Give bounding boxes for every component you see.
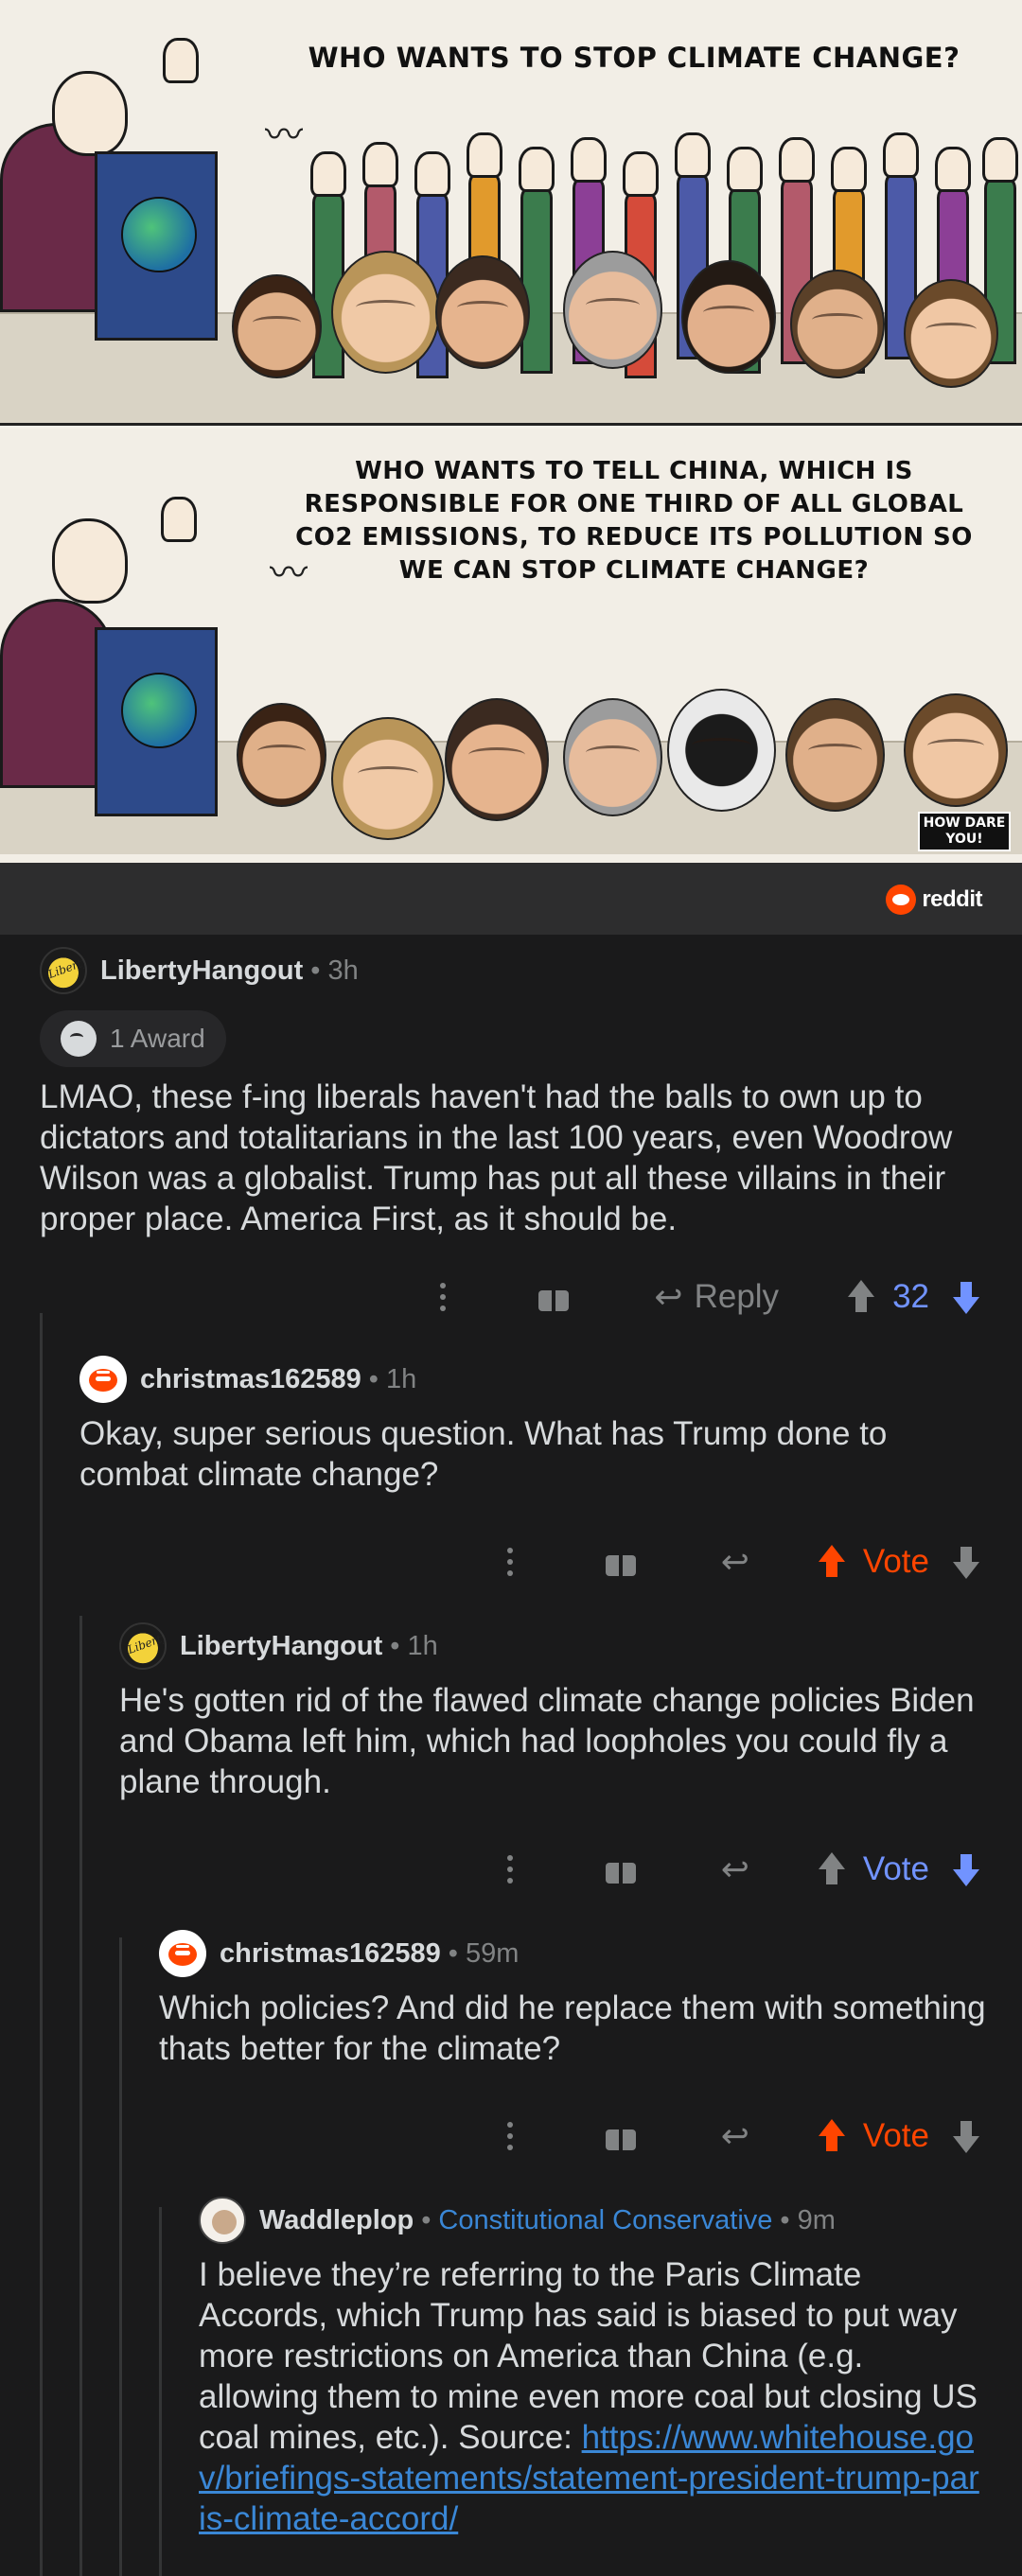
comment-timestamp: 1h: [385, 1363, 417, 1394]
crowd-face: [237, 703, 326, 807]
reddit-logo: reddit: [886, 885, 982, 915]
meme-panel-bottom: WHO WANTS TO TELL CHINA, WHICH IS RESPON…: [0, 429, 1022, 863]
comment: christmas162589 • 1h Okay, super serious…: [79, 1355, 988, 1495]
crowd-face: [904, 693, 1008, 807]
comment-actions: ↩ Reply 32: [438, 1273, 982, 1321]
reply-icon: ↩: [654, 1277, 683, 1316]
gift-award-icon[interactable]: [538, 1283, 570, 1311]
comment-meta: Liberty LibertyHangout • 3h: [40, 946, 986, 995]
crowd-face: [232, 274, 322, 378]
thread-line[interactable]: [40, 1313, 43, 2576]
comment: Liberty LibertyHangout • 3h 1 Award LMAO…: [40, 946, 986, 1239]
crowd-face: [681, 260, 776, 374]
crowd-face: [435, 255, 530, 369]
crowd-face: [563, 251, 662, 369]
more-options-icon[interactable]: [505, 1545, 515, 1579]
comment-username[interactable]: christmas162589: [140, 1364, 361, 1395]
more-options-icon[interactable]: [505, 2119, 515, 2153]
comment: Waddleplop • Constitutional Conservative…: [199, 2196, 984, 2539]
reddit-wordmark: reddit: [922, 886, 982, 912]
comment-actions: ↩ Vote: [505, 1538, 982, 1586]
avatar[interactable]: [199, 2197, 246, 2244]
comment-thread: Liberty LibertyHangout • 3h 1 Award LMAO…: [0, 935, 1022, 2576]
crowd-face: [563, 698, 662, 816]
more-options-icon[interactable]: [438, 1280, 448, 1314]
reply-button[interactable]: ↩ Reply: [654, 1277, 779, 1317]
avatar[interactable]: Liberty: [119, 1622, 167, 1670]
comment-body: He's gotten rid of the flawed climate ch…: [119, 1682, 975, 1800]
crowd-face: [331, 251, 440, 374]
crowd-face: [667, 689, 776, 812]
reply-icon[interactable]: ↩: [721, 1542, 749, 1582]
comment-username[interactable]: LibertyHangout: [100, 955, 303, 987]
avatar[interactable]: [159, 1930, 206, 1977]
comment-username[interactable]: Waddleplop: [259, 2205, 414, 2236]
crowd-face: [785, 698, 885, 812]
meme-panel-top: WHO WANTS TO STOP CLIMATE CHANGE? 〰: [0, 0, 1022, 426]
comment-meta: christmas162589 • 59m: [159, 1929, 992, 1978]
crowd-face: [331, 717, 445, 840]
how-dare-you-label: HOW DARE YOU!: [918, 812, 1011, 851]
reply-icon[interactable]: ↩: [721, 1849, 749, 1889]
reddit-watermark-bar: reddit: [0, 863, 1022, 935]
award-icon: [61, 1021, 97, 1057]
meme-image: WHO WANTS TO STOP CLIMATE CHANGE? 〰 WHO …: [0, 0, 1022, 863]
comment: Liberty LibertyHangout • 1h He's gotten …: [119, 1621, 990, 1802]
comment-body: I believe they’re referring to the Paris…: [199, 2256, 979, 2537]
comment: christmas162589 • 59m Which policies? An…: [159, 1929, 992, 2069]
vote-label: Vote: [862, 1543, 929, 1580]
upvote-arrow-icon[interactable]: [845, 1280, 877, 1314]
upvote-arrow-icon[interactable]: [816, 1852, 848, 1886]
comment-body: Which policies? And did he replace them …: [159, 1989, 986, 2067]
reddit-snoo-icon: [886, 885, 917, 915]
gift-award-icon[interactable]: [605, 1855, 636, 1884]
avatar[interactable]: [79, 1356, 127, 1403]
comment-timestamp: 1h: [407, 1630, 438, 1661]
meme-caption-top: WHO WANTS TO STOP CLIMATE CHANGE?: [308, 42, 960, 74]
vote-label: Vote: [862, 2117, 929, 2154]
downvote-arrow-icon[interactable]: [950, 2119, 982, 2153]
crowd-face: [790, 270, 885, 378]
globe-emblem: [121, 197, 197, 272]
gift-award-icon[interactable]: [605, 1548, 636, 1576]
award-badge[interactable]: 1 Award: [40, 1010, 226, 1067]
reply-icon[interactable]: ↩: [721, 2116, 749, 2156]
comment-meta: christmas162589 • 1h: [79, 1355, 988, 1404]
gift-award-icon[interactable]: [605, 2122, 636, 2150]
comment-meta: Waddleplop • Constitutional Conservative…: [199, 2196, 984, 2245]
comment-timestamp: 59m: [465, 1937, 520, 1969]
podium: [95, 151, 218, 341]
avatar[interactable]: Liberty: [40, 947, 87, 994]
downvote-arrow-icon[interactable]: [950, 1852, 982, 1886]
vote-label: Vote: [862, 1850, 929, 1887]
downvote-arrow-icon[interactable]: [950, 1545, 982, 1579]
crowd-face: [445, 698, 549, 821]
downvote-arrow-icon[interactable]: [950, 1280, 982, 1314]
meme-caption-bottom: WHO WANTS TO TELL CHINA, WHICH IS RESPON…: [295, 457, 973, 585]
thread-line[interactable]: [79, 1616, 82, 2576]
comment-timestamp: 3h: [327, 955, 359, 986]
vote-count: 32: [892, 1278, 929, 1315]
comment-body: LMAO, these f-ing liberals haven't had t…: [40, 1078, 953, 1237]
upvote-arrow-icon[interactable]: [816, 1545, 848, 1579]
more-options-icon[interactable]: [505, 1852, 515, 1886]
speaker-head: [52, 71, 128, 156]
thread-line[interactable]: [119, 1937, 122, 2576]
user-flair: Constitutional Conservative: [438, 2204, 773, 2235]
thread-line[interactable]: [159, 2207, 162, 2576]
comment-username[interactable]: LibertyHangout: [180, 1631, 382, 1662]
upvote-arrow-icon[interactable]: [816, 2119, 848, 2153]
comment-actions: ↩ Vote: [505, 1846, 982, 1893]
comment-body: Okay, super serious question. What has T…: [79, 1415, 888, 1493]
comment-meta: Liberty LibertyHangout • 1h: [119, 1621, 990, 1671]
crowd-face: [904, 279, 998, 388]
award-count: 1 Award: [110, 1024, 205, 1053]
comment-username[interactable]: christmas162589: [220, 1938, 441, 1970]
comment-actions: ↩ Vote: [505, 2112, 982, 2160]
comment-timestamp: 9m: [797, 2204, 836, 2235]
